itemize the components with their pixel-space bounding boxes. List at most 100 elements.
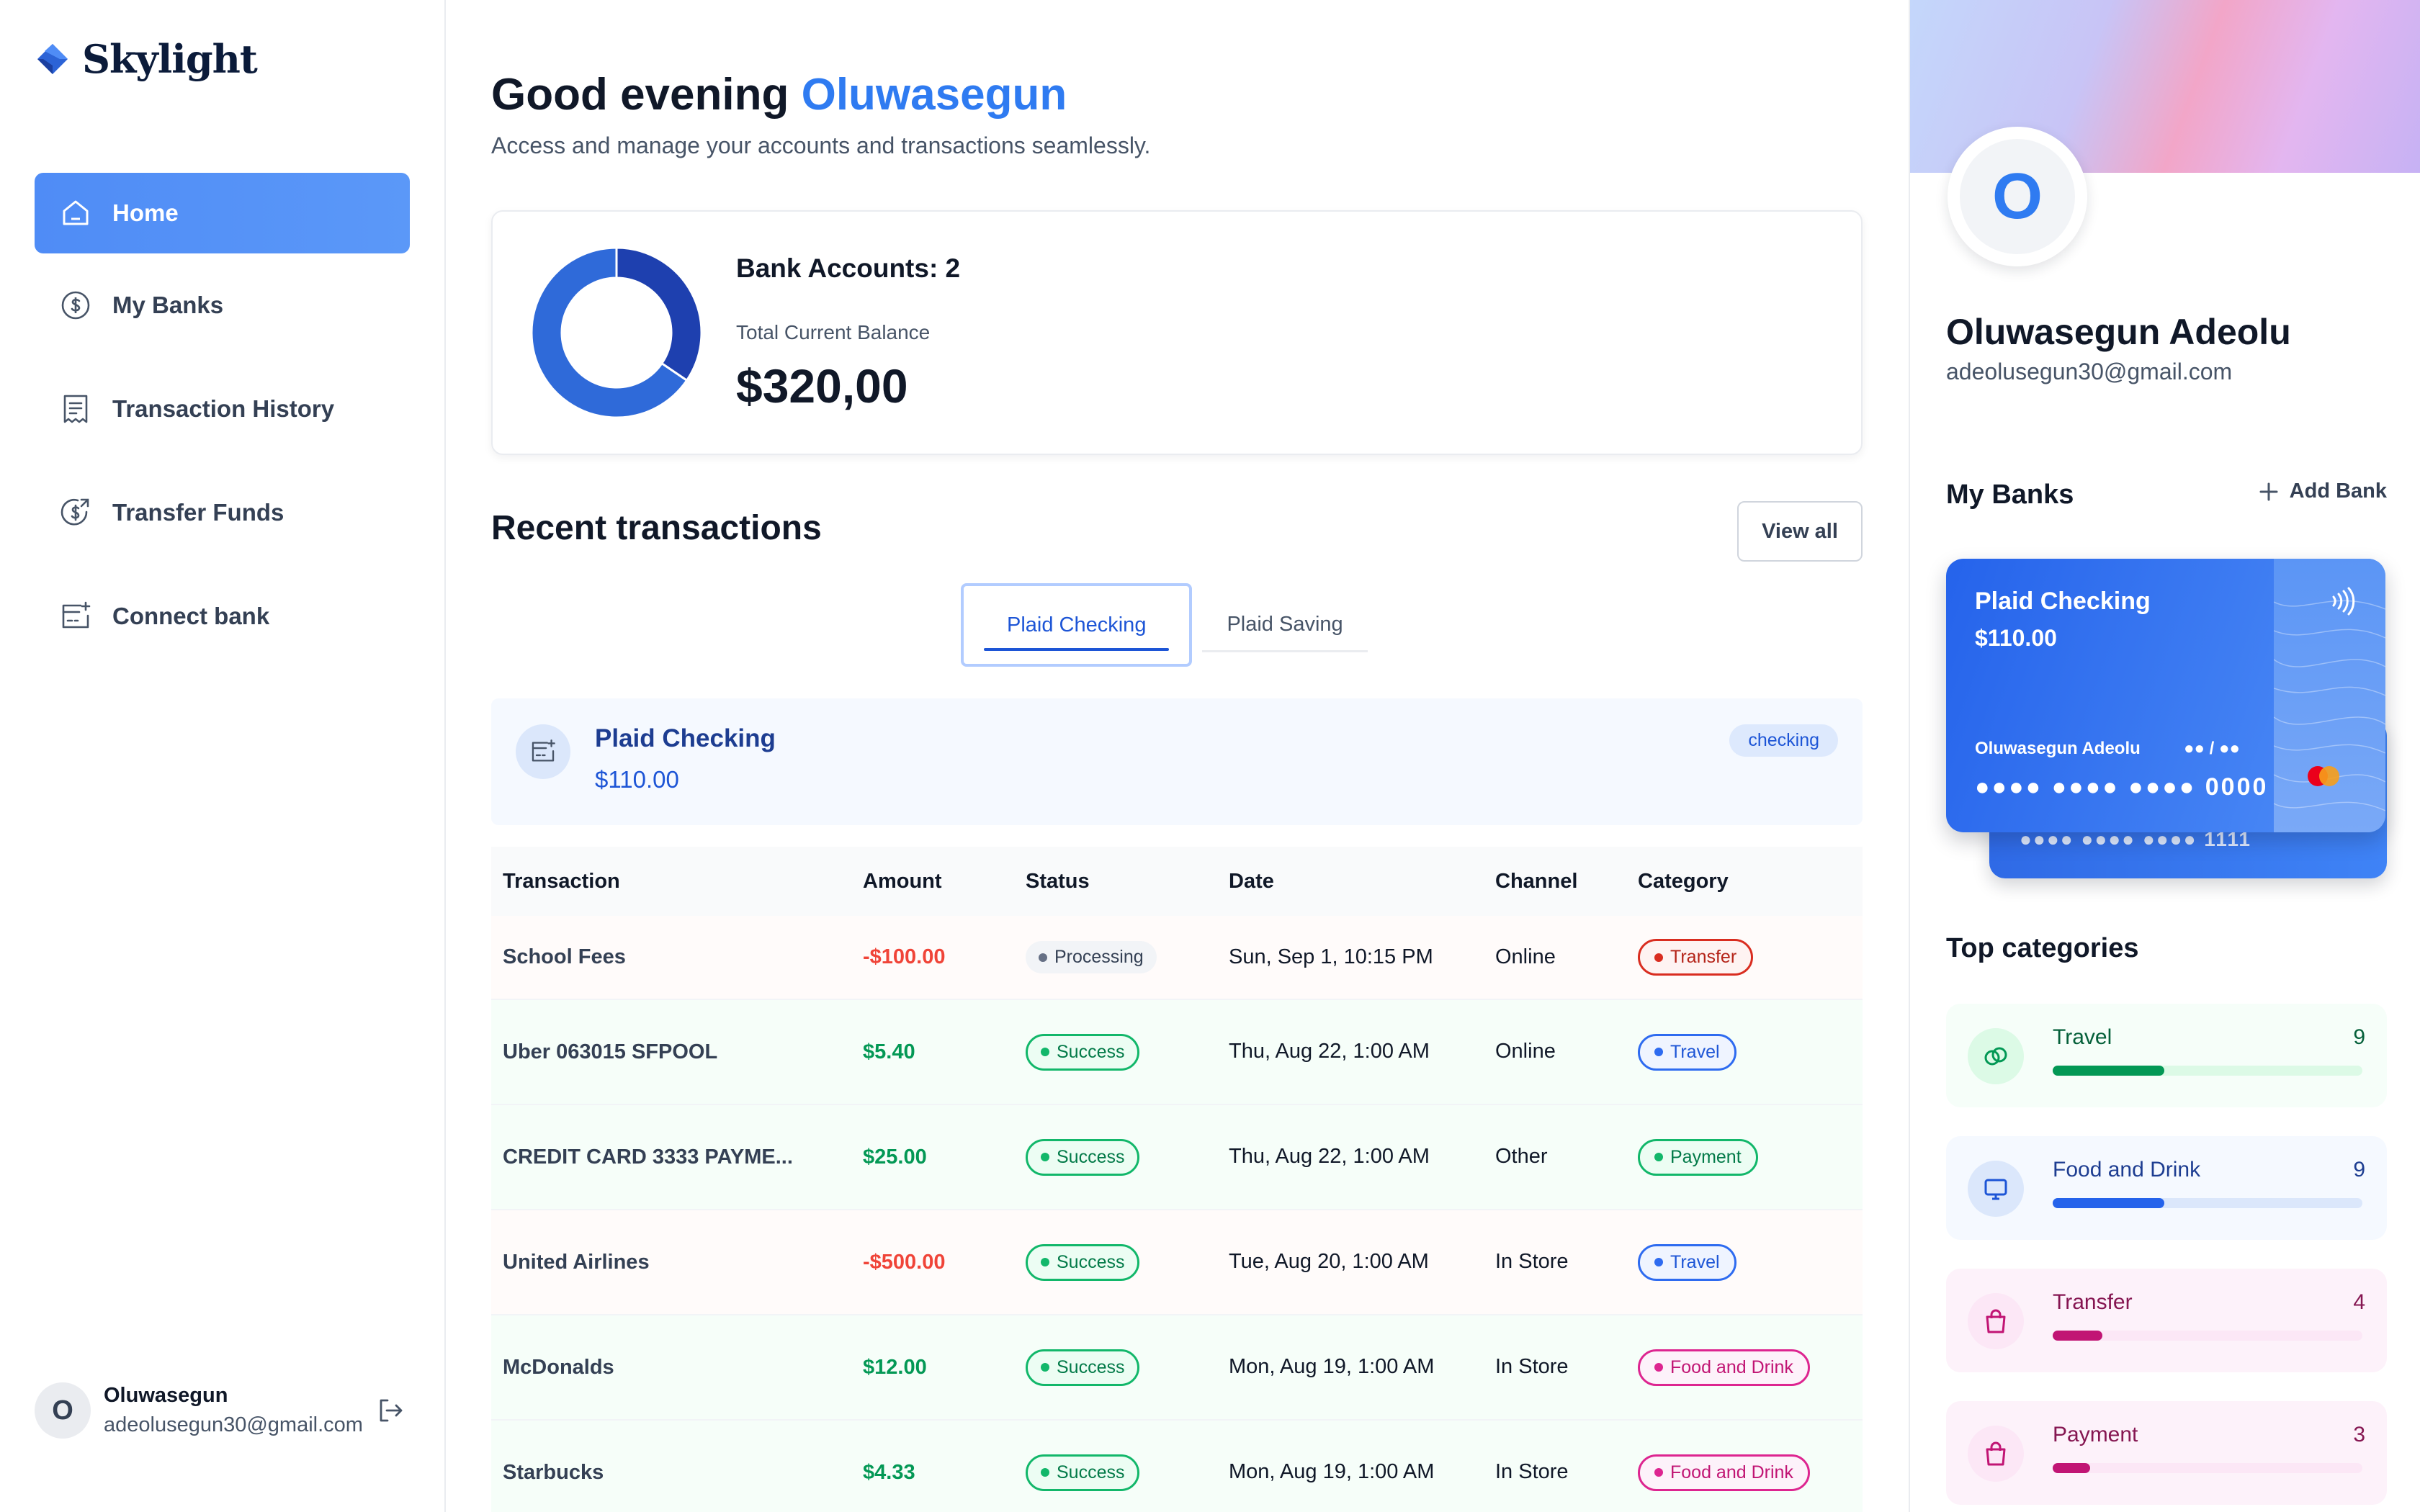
transaction-category-cell: Travel — [1626, 1210, 1863, 1315]
top-categories-title: Top categories — [1946, 933, 2139, 963]
tab-plaid-saving[interactable]: Plaid Saving — [1202, 583, 1368, 665]
category-card[interactable]: Payment 3 — [1946, 1401, 2387, 1505]
transaction-date: Thu, Aug 22, 1:00 AM — [1217, 999, 1484, 1105]
account-name: Plaid Checking — [595, 724, 776, 752]
status-label: Success — [1057, 1462, 1125, 1482]
category-dot — [1654, 1048, 1663, 1056]
table-row[interactable]: School Fees -$100.00 Processing Sun, Sep 1,… — [491, 916, 1863, 1000]
status-badge: Success — [1026, 1349, 1140, 1386]
sidebar-item-home[interactable]: Home — [35, 173, 410, 253]
category-name: Payment — [2053, 1423, 2138, 1446]
shopping-bag-icon — [1968, 1293, 2024, 1349]
sidebar-item-transfer-funds[interactable]: Transfer Funds — [35, 484, 410, 541]
status-dot — [1041, 1363, 1049, 1372]
column-header: Category — [1626, 847, 1863, 916]
skylight-logo-icon — [37, 44, 68, 74]
status-badge: Processing — [1026, 941, 1157, 973]
tab-plaid-checking[interactable]: Plaid Checking — [961, 583, 1193, 667]
category-label: Transfer — [1670, 947, 1737, 967]
bank-accounts-count: Bank Accounts: 2 — [736, 253, 961, 283]
sidebar-item-my-banks[interactable]: My Banks — [35, 276, 410, 334]
table-row[interactable]: CREDIT CARD 3333 PAYME... $25.00 Success Th… — [491, 1104, 1863, 1210]
transactions-table: Transaction Amount Status Date Channel C… — [491, 847, 1863, 1512]
card-balance: $110.00 — [1975, 625, 2057, 651]
selected-account-banner: Plaid Checking $110.00 checking — [491, 698, 1863, 825]
category-name: Food and Drink — [2053, 1158, 2201, 1182]
category-progress-track — [2053, 1066, 2362, 1076]
transaction-channel: Other — [1484, 1104, 1626, 1210]
transaction-status-cell: Success — [1014, 1315, 1217, 1421]
status-dot — [1041, 1258, 1049, 1266]
home-icon — [63, 200, 89, 225]
category-progress-track — [2053, 1198, 2362, 1208]
category-count: 9 — [2353, 1025, 2365, 1049]
app-name: Skylight — [82, 36, 258, 82]
column-header: Amount — [851, 847, 1014, 916]
category-badge: Payment — [1638, 1138, 1758, 1176]
transaction-category-cell: Food and Drink — [1626, 1420, 1863, 1512]
contactless-icon — [2332, 587, 2355, 616]
category-dot — [1654, 953, 1663, 962]
table-row[interactable]: Uber 063015 SFPOOL $5.40 Success Thu, Aug 2… — [491, 999, 1863, 1105]
category-dot — [1654, 1468, 1663, 1477]
category-card[interactable]: Travel 9 — [1946, 1004, 2387, 1107]
logout-icon[interactable] — [375, 1395, 406, 1426]
status-label: Success — [1057, 1356, 1125, 1377]
category-progress-fill — [2053, 1463, 2090, 1473]
table-row[interactable]: Starbucks $4.33 Success Mon, Aug 19, 1:00 A… — [491, 1420, 1863, 1512]
transaction-name: CREDIT CARD 3333 PAYME... — [491, 1104, 851, 1210]
transaction-amount: $25.00 — [851, 1104, 1014, 1210]
table-row[interactable]: McDonalds $12.00 Success Mon, Aug 19, 1:00 … — [491, 1315, 1863, 1421]
user-footer: O Oluwasegun adeolusegun30@gmail.com — [35, 1382, 416, 1439]
category-progress-track — [2053, 1331, 2362, 1341]
transaction-channel: In Store — [1484, 1315, 1626, 1421]
status-badge: Success — [1026, 1454, 1140, 1491]
category-dot — [1654, 1363, 1663, 1372]
transaction-name: Starbucks — [491, 1420, 851, 1512]
category-card[interactable]: Food and Drink 9 — [1946, 1136, 2387, 1240]
my-banks-title: My Banks — [1946, 480, 2074, 510]
user-info: Oluwasegun adeolusegun30@gmail.com — [104, 1384, 363, 1437]
view-all-button[interactable]: View all — [1737, 501, 1863, 562]
status-label: Success — [1057, 1146, 1125, 1167]
receipt-icon — [63, 395, 88, 423]
category-name: Travel — [2053, 1025, 2112, 1049]
status-dot — [1041, 1468, 1049, 1477]
account-icon — [516, 724, 570, 779]
transaction-status-cell: Success — [1014, 1104, 1217, 1210]
transaction-status-cell: Success — [1014, 1210, 1217, 1315]
status-label: Success — [1057, 1041, 1125, 1062]
transaction-date: Tue, Aug 20, 1:00 AM — [1217, 1210, 1484, 1315]
transaction-channel: Online — [1484, 916, 1626, 1000]
user-email: adeolusegun30@gmail.com — [104, 1413, 363, 1436]
logo[interactable]: Skylight — [35, 36, 258, 82]
transaction-channel: In Store — [1484, 1210, 1626, 1315]
add-bank-button[interactable]: Add Bank — [2258, 480, 2387, 503]
bank-card[interactable]: Plaid Checking $110.00 Oluwasegun Adeolu… — [1946, 559, 2385, 832]
category-dot — [1654, 1258, 1663, 1266]
category-badge: Travel — [1638, 1243, 1736, 1281]
category-label: Travel — [1670, 1251, 1720, 1272]
account-balance: $110.00 — [595, 766, 679, 793]
table-row[interactable]: United Airlines -$500.00 Success Tue, Aug 2… — [491, 1210, 1863, 1315]
bank-tabs: Plaid Checking Plaid Saving — [961, 583, 1368, 667]
transaction-status-cell: Success — [1014, 1420, 1217, 1512]
balance-donut-chart — [530, 246, 703, 419]
sidebar-item-label: My Banks — [112, 292, 224, 318]
connect-bank-icon — [62, 601, 91, 629]
transaction-amount: $4.33 — [851, 1420, 1014, 1512]
sidebar-item-transaction-history[interactable]: Transaction History — [35, 380, 410, 438]
status-label: Processing — [1054, 947, 1144, 967]
profile-avatar[interactable]: O — [1948, 127, 2087, 266]
category-label: Payment — [1670, 1146, 1742, 1167]
link-icon — [1968, 1028, 2024, 1084]
sidebar-item-label: Transfer Funds — [112, 499, 284, 526]
right-sidebar: O Oluwasegun Adeolu adeolusegun30@gmail.… — [1909, 0, 2420, 1512]
sidebar-item-connect-bank[interactable]: Connect bank — [35, 588, 410, 645]
avatar[interactable]: O — [35, 1382, 91, 1439]
transaction-status-cell: Processing — [1014, 916, 1217, 1000]
profile-email: adeolusegun30@gmail.com — [1946, 359, 2233, 384]
plus-icon — [2259, 482, 2278, 500]
user-name: Oluwasegun — [104, 1384, 228, 1407]
category-card[interactable]: Transfer 4 — [1946, 1269, 2387, 1372]
